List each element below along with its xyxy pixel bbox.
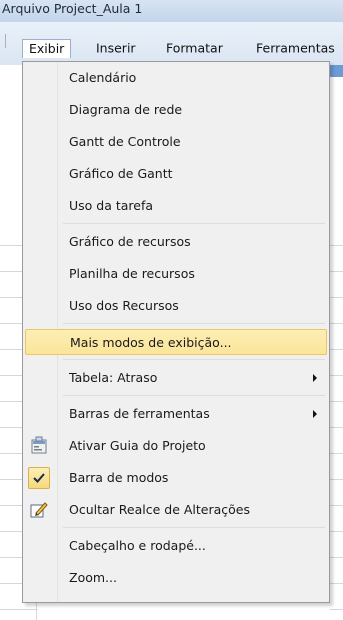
menu-item-grafico-de-recursos[interactable]: Gráfico de recursos xyxy=(25,229,327,255)
menu-formatar[interactable]: Formatar xyxy=(160,39,229,58)
menubar-grip xyxy=(5,34,6,48)
menu-ferramentas[interactable]: Ferramentas xyxy=(250,39,341,58)
menu-item-label: Gráfico de recursos xyxy=(69,234,191,249)
menu-item-label: Ativar Guia do Projeto xyxy=(69,438,206,453)
menu-item-label: Uso dos Recursos xyxy=(69,298,179,313)
menu-item-diagrama-de-rede[interactable]: Diagrama de rede xyxy=(25,97,327,123)
menu-item-label: Ocultar Realce de Alterações xyxy=(69,502,250,517)
menu-item-label: Barra de modos xyxy=(69,470,169,485)
menu-item-label: Diagrama de rede xyxy=(69,102,183,117)
menu-item-grafico-de-gantt[interactable]: Gráfico de Gantt xyxy=(25,161,327,187)
menu-item-uso-dos-recursos[interactable]: Uso dos Recursos xyxy=(25,293,327,319)
menu-item-label: Barras de ferramentas xyxy=(69,406,210,421)
menu-separator xyxy=(63,527,325,528)
menu-item-label: Zoom... xyxy=(69,570,117,585)
menu-item-mais-modos-de-exibicao[interactable]: Mais modos de exibição... xyxy=(25,329,327,355)
project-guide-icon xyxy=(28,435,50,457)
menu-item-tabela-atraso[interactable]: Tabela: Atraso xyxy=(25,365,327,391)
checkmark-icon xyxy=(28,467,50,489)
menu-item-gantt-de-controle[interactable]: Gantt de Controle xyxy=(25,129,327,155)
menu-separator xyxy=(63,223,325,224)
menu-item-label: Tabela: Atraso xyxy=(69,370,158,385)
menu-separator xyxy=(63,395,325,396)
menu-item-ativar-guia-do-projeto[interactable]: Ativar Guia do Projeto xyxy=(25,433,327,459)
menu-item-label: Uso da tarefa xyxy=(69,198,154,213)
menu-item-label: Cabeçalho e rodapé... xyxy=(69,538,206,553)
menu-bar: Exibir Inserir Formatar Ferramentas xyxy=(0,22,343,65)
submenu-arrow-icon xyxy=(313,410,317,418)
gantt-grid-right xyxy=(330,65,343,620)
menu-item-planilha-de-recursos[interactable]: Planilha de recursos xyxy=(25,261,327,287)
menu-item-uso-da-tarefa[interactable]: Uso da tarefa xyxy=(25,193,327,219)
window-title: Arquivo Project_Aula 1 xyxy=(2,1,143,16)
menu-separator xyxy=(63,359,325,360)
highlight-pen-icon xyxy=(28,499,50,521)
menu-separator xyxy=(63,323,325,324)
menu-item-label: Planilha de recursos xyxy=(69,266,195,281)
menu-item-barras-de-ferramentas[interactable]: Barras de ferramentas xyxy=(25,401,327,427)
menu-item-barra-de-modos[interactable]: Barra de modos xyxy=(25,465,327,491)
menu-inserir[interactable]: Inserir xyxy=(90,39,142,58)
window-title-bar: Arquivo Project_Aula 1 xyxy=(0,0,343,23)
menu-item-zoom[interactable]: Zoom... xyxy=(25,565,327,591)
exibir-dropdown-menu: Calendário Diagrama de rede Gantt de Con… xyxy=(22,61,330,603)
menu-item-calendario[interactable]: Calendário xyxy=(25,65,327,91)
menu-item-label: Mais modos de exibição... xyxy=(70,335,232,350)
menu-item-ocultar-realce-de-alteracoes[interactable]: Ocultar Realce de Alterações xyxy=(25,497,327,523)
menu-item-cabecalho-e-rodape[interactable]: Cabeçalho e rodapé... xyxy=(25,533,327,559)
menu-exibir[interactable]: Exibir xyxy=(22,39,72,58)
submenu-arrow-icon xyxy=(313,374,317,382)
menu-item-label: Calendário xyxy=(69,70,137,85)
menu-item-label: Gantt de Controle xyxy=(69,134,181,149)
menu-item-label: Gráfico de Gantt xyxy=(69,166,173,181)
